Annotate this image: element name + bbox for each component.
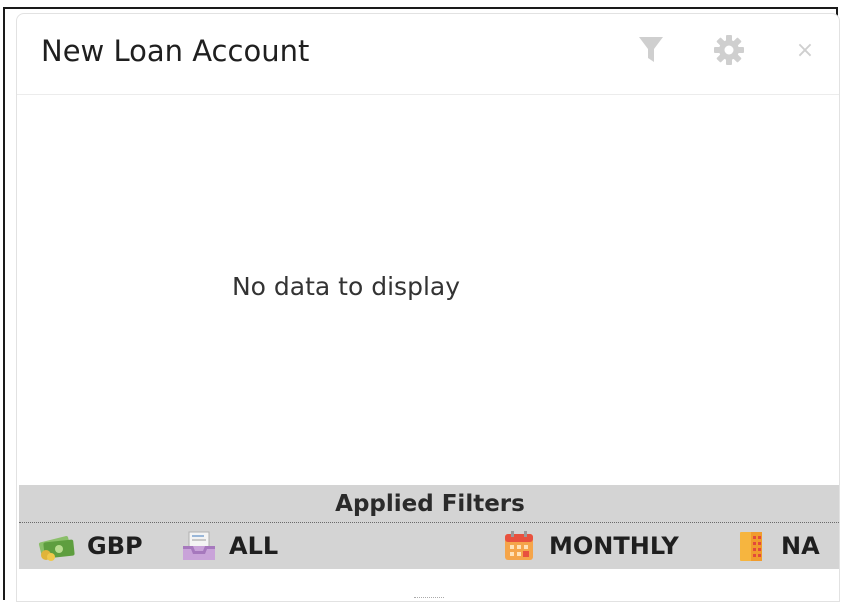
window-frame: New Loan Account × No data to display Ap…	[3, 7, 840, 602]
filter-icon	[639, 37, 663, 62]
empty-state-message: No data to display	[231, 272, 460, 301]
filter-chip-currency[interactable]: GBP	[37, 529, 143, 563]
calendar-icon	[499, 530, 539, 562]
settings-button[interactable]	[711, 32, 747, 68]
loan-widget-card: New Loan Account × No data to display Ap…	[16, 13, 840, 602]
filter-chip-label: MONTHLY	[549, 532, 679, 560]
filter-chip-label: NA	[781, 532, 820, 560]
filter-button[interactable]	[633, 32, 669, 68]
applied-filters-title: Applied Filters	[19, 485, 839, 523]
filter-chip-label: ALL	[229, 532, 279, 560]
close-button[interactable]: ×	[787, 32, 823, 68]
filter-chip-frequency[interactable]: MONTHLY	[499, 529, 679, 563]
close-icon: ×	[795, 37, 815, 63]
widget-title: New Loan Account	[41, 34, 310, 68]
gear-icon	[714, 35, 744, 65]
applied-filters-bar: Applied Filters GBP ALL MONTHLY NA	[19, 485, 839, 569]
filter-chip-type[interactable]: NA	[731, 529, 820, 563]
widget-header: New Loan Account ×	[17, 14, 839, 95]
filter-chip-label: GBP	[87, 532, 143, 560]
money-icon	[37, 530, 77, 562]
filter-chip-branch[interactable]: ALL	[179, 529, 278, 563]
building-icon	[731, 530, 771, 562]
resize-handle[interactable]	[414, 597, 444, 601]
inbox-tray-icon	[179, 530, 219, 562]
